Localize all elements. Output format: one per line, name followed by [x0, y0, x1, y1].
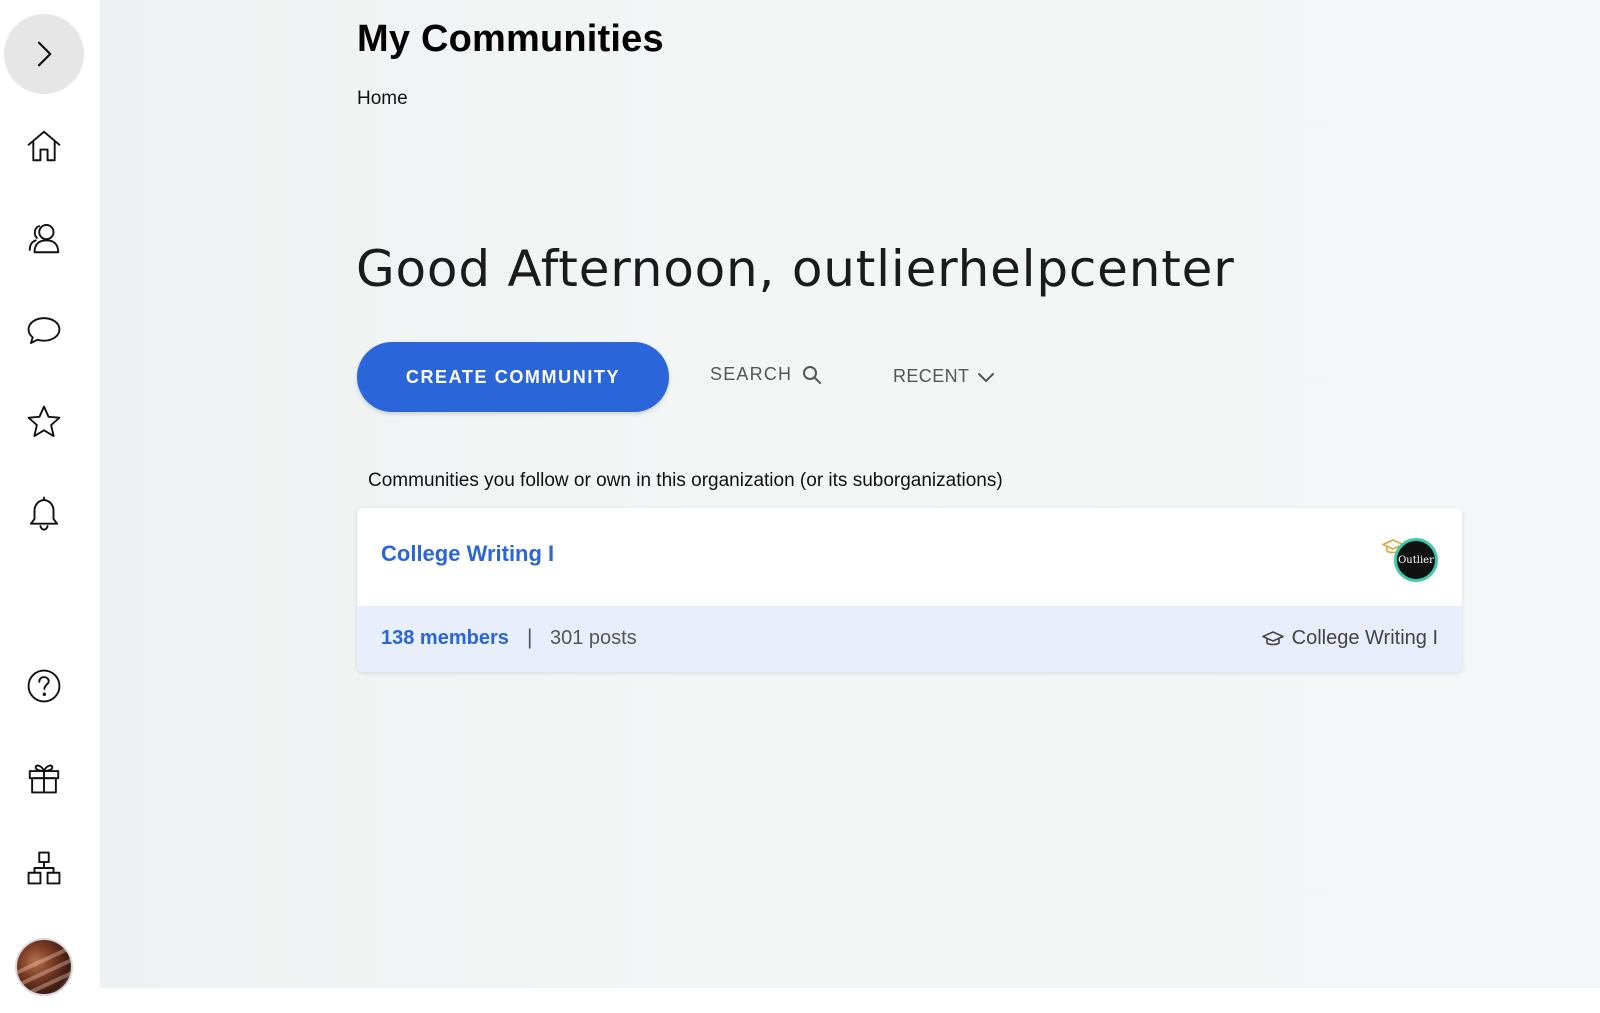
help-icon [27, 669, 61, 703]
sidebar-item-organization[interactable] [22, 846, 66, 890]
separator: | [527, 626, 533, 649]
chevron-down-icon [978, 372, 995, 382]
create-community-button[interactable]: CREATE COMMUNITY [357, 342, 669, 412]
hierarchy-icon [27, 851, 61, 885]
search-icon [803, 365, 822, 384]
community-card-footer: 138 members | 301 posts College Writing … [357, 606, 1462, 672]
community-card[interactable]: College Writing I Outlier 138 members | … [357, 508, 1462, 672]
breadcrumb[interactable]: Home [357, 88, 408, 110]
section-label: Communities you follow or own in this or… [368, 470, 1003, 491]
posts-count: 301 posts [550, 627, 637, 649]
sidebar [0, 0, 100, 1013]
sidebar-item-help[interactable] [22, 664, 66, 708]
sidebar-item-people[interactable] [22, 216, 66, 260]
page-title: My Communities [357, 18, 664, 60]
chat-icon [27, 317, 61, 345]
bell-icon [29, 496, 59, 531]
gift-icon [28, 764, 60, 794]
organization-link[interactable]: College Writing I [1261, 627, 1438, 650]
search-label: SEARCH [710, 364, 793, 384]
main-content [100, 0, 1600, 1013]
expand-sidebar-button[interactable] [4, 14, 84, 94]
star-icon [27, 405, 61, 437]
people-icon [28, 223, 60, 254]
sidebar-item-messages[interactable] [22, 308, 66, 352]
sidebar-item-notifications[interactable] [22, 491, 66, 535]
sort-label: RECENT [893, 366, 970, 386]
avatar[interactable] [15, 938, 73, 996]
greeting-heading: Good Afternoon, outlierhelpcenter [356, 240, 1235, 298]
chevron-right-icon [37, 41, 52, 67]
community-title[interactable]: College Writing I [381, 541, 554, 567]
sort-dropdown[interactable]: RECENT [893, 366, 995, 387]
sidebar-item-home[interactable] [22, 124, 66, 168]
bottom-strip [100, 988, 1600, 1013]
home-icon [27, 130, 61, 162]
community-logo[interactable]: Outlier [1394, 538, 1438, 582]
members-link[interactable]: 138 members [381, 627, 509, 650]
sidebar-item-gifts[interactable] [22, 755, 66, 799]
organization-label: College Writing I [1291, 627, 1438, 649]
search-button[interactable]: SEARCH [710, 364, 822, 385]
graduation-cap-icon [1261, 630, 1284, 645]
sidebar-item-favorites[interactable] [22, 400, 66, 444]
